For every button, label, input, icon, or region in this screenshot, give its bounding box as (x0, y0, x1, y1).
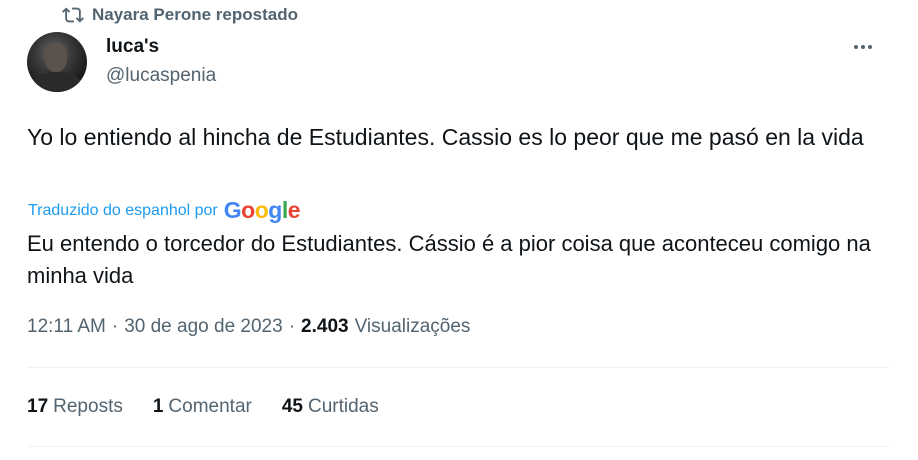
avatar[interactable] (27, 32, 87, 92)
repost-context[interactable]: Nayara Perone repostado (62, 4, 298, 26)
tweet-time[interactable]: 12:11 AM (27, 316, 106, 338)
comments-stat[interactable]: 1 Comentar (153, 396, 252, 418)
translated-by-label: Traduzido do espanhol por (28, 201, 218, 219)
repost-text: Nayara Perone repostado (92, 5, 298, 24)
avatar-shoulders (31, 72, 83, 92)
ellipsis-icon (854, 45, 858, 49)
views-label: Visualizações (354, 316, 471, 337)
google-logo: Google (223, 197, 301, 223)
reposts-label: Reposts (53, 396, 123, 417)
meta-separator: · (288, 316, 296, 337)
views-count: 2.403 (301, 316, 349, 337)
translated-by-link[interactable]: Traduzido do espanhol por Google (28, 197, 301, 224)
reposts-stat[interactable]: 17 Reposts (27, 396, 123, 418)
divider (27, 367, 890, 368)
likes-stat[interactable]: 45 Curtidas (282, 396, 379, 418)
tweet-text: Yo lo entiendo al hincha de Estudiantes.… (27, 124, 864, 150)
tweet-date[interactable]: 30 de ago de 2023 (124, 316, 283, 338)
comments-count: 1 (152, 396, 164, 417)
tweet-stats: 17 Reposts 1 Comentar 45 Curtidas (27, 396, 379, 418)
ellipsis-icon (861, 45, 865, 49)
more-options-button[interactable] (846, 34, 880, 60)
avatar-face (45, 42, 67, 72)
author-name[interactable]: luca's (106, 36, 159, 58)
repost-icon (62, 7, 84, 23)
author-handle[interactable]: @lucaspenia (106, 65, 216, 87)
meta-separator: · (111, 316, 119, 337)
divider (27, 446, 890, 447)
translation-text: Eu entendo o torcedor do Estudiantes. Cá… (27, 231, 871, 288)
tweet-meta: 12:11 AM · 30 de ago de 2023 · 2.403 Vis… (27, 316, 470, 338)
likes-label: Curtidas (307, 396, 379, 417)
likes-count: 45 (281, 396, 303, 417)
ellipsis-icon (868, 45, 872, 49)
reposts-count: 17 (27, 396, 49, 417)
comments-label: Comentar (168, 396, 252, 417)
